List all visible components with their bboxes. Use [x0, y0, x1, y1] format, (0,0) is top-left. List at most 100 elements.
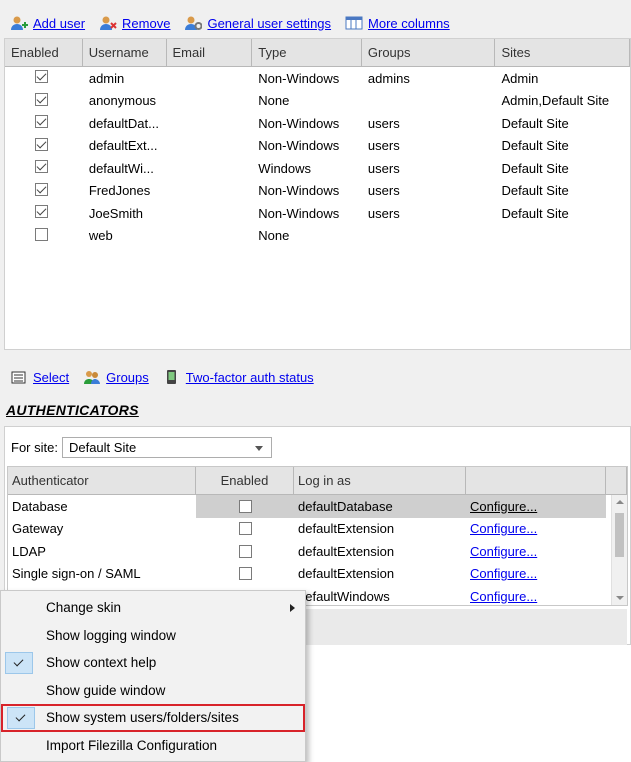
- authenticator-row[interactable]: Single sign-on / SAML defaultExtension Con…: [8, 563, 627, 586]
- submenu-arrow-icon: [290, 604, 295, 612]
- checkmark-box: [7, 707, 35, 729]
- users-table[interactable]: Enabled Username Email Type Groups Sites…: [4, 38, 631, 350]
- remove-button[interactable]: Remove: [99, 15, 170, 31]
- table-row[interactable]: defaultWi... Windows users Default Site: [5, 157, 630, 180]
- username-cell: admin: [88, 70, 125, 86]
- login-as-cell: defaultExtension: [298, 521, 395, 537]
- table-row[interactable]: FredJones Non-Windows users Default Site: [5, 180, 630, 203]
- scroll-down-icon[interactable]: [616, 596, 624, 600]
- groups-link[interactable]: Groups: [106, 370, 149, 385]
- authenticator-row[interactable]: Database defaultDatabase Configure...: [8, 495, 627, 518]
- menu-item-show-context-help[interactable]: Show context help: [1, 649, 305, 677]
- column-header-username[interactable]: Username: [83, 39, 167, 66]
- general-settings-link[interactable]: General user settings: [207, 16, 331, 31]
- enabled-cell: [5, 137, 83, 154]
- column-header-sites[interactable]: Sites: [495, 39, 630, 66]
- configure-link[interactable]: Configure...: [470, 544, 537, 559]
- configure-link[interactable]: Configure...: [470, 589, 537, 604]
- select-button[interactable]: Select: [10, 369, 69, 385]
- column-header-email[interactable]: Email: [167, 39, 253, 66]
- user-toolbar: Add user Remove General user settings Mo…: [10, 12, 464, 34]
- vertical-scrollbar[interactable]: [611, 495, 627, 605]
- table-row[interactable]: web None: [5, 225, 630, 248]
- enabled-cell: [5, 115, 83, 131]
- column-header-authenticator[interactable]: Authenticator: [8, 467, 196, 494]
- enabled-cell: [5, 227, 83, 244]
- authenticator-row[interactable]: Gateway defaultExtension Configure...: [8, 518, 627, 541]
- user-settings-icon: [184, 15, 203, 31]
- enabled-checkbox[interactable]: [35, 205, 48, 219]
- enabled-checkbox[interactable]: [238, 522, 252, 536]
- enabled-checkbox[interactable]: [238, 544, 252, 558]
- add-user-button[interactable]: Add user: [10, 15, 85, 31]
- username-cell: FredJones: [88, 183, 151, 199]
- more-columns-button[interactable]: More columns: [345, 15, 450, 31]
- enabled-checkbox[interactable]: [35, 70, 48, 84]
- enabled-checkbox[interactable]: [238, 499, 252, 513]
- for-site-label: For site:: [11, 440, 58, 455]
- add-user-icon: [10, 15, 28, 31]
- more-columns-link[interactable]: More columns: [368, 16, 450, 31]
- table-row[interactable]: admin Non-Windows admins Admin: [5, 67, 630, 90]
- login-as-cell: defaultDatabase: [294, 495, 466, 518]
- configure-link[interactable]: Configure...: [470, 521, 537, 536]
- columns-icon: [345, 15, 363, 31]
- menu-item-show-logging-window[interactable]: Show logging window: [1, 622, 305, 650]
- enabled-checkbox[interactable]: [35, 137, 48, 151]
- two-factor-button[interactable]: Two-factor auth status: [163, 369, 314, 385]
- table-row[interactable]: defaultExt... Non-Windows users Default Sit…: [5, 135, 630, 158]
- enabled-cell: [196, 540, 294, 563]
- enabled-cell: [5, 160, 83, 176]
- enabled-checkbox[interactable]: [35, 92, 48, 106]
- select-link[interactable]: Select: [33, 370, 69, 385]
- enabled-checkbox[interactable]: [35, 182, 48, 196]
- column-header-configure[interactable]: [466, 467, 606, 494]
- menu-item-show-guide-window[interactable]: Show guide window: [1, 677, 305, 705]
- column-header-enabled[interactable]: Enabled: [5, 39, 83, 66]
- add-user-link[interactable]: Add user: [33, 16, 85, 31]
- column-header-enabled[interactable]: Enabled: [196, 467, 294, 494]
- enabled-cell: [196, 563, 294, 586]
- menu-item-label: Show logging window: [46, 627, 176, 643]
- table-row[interactable]: defaultDat... Non-Windows users Default Sit…: [5, 112, 630, 135]
- groups-cell: admins: [367, 70, 410, 86]
- chevron-down-icon: [254, 446, 263, 451]
- configure-cell: Configure...: [466, 495, 606, 518]
- username-cell: defaultExt...: [88, 138, 158, 154]
- groups-button[interactable]: Groups: [83, 369, 149, 385]
- table-row[interactable]: JoeSmith Non-Windows users Default Site: [5, 202, 630, 225]
- username-cell: anonymous: [88, 93, 157, 109]
- sites-cell: Default Site: [501, 183, 569, 199]
- enabled-checkbox[interactable]: [35, 115, 48, 129]
- configure-link[interactable]: Configure...: [470, 499, 537, 514]
- phone-icon: [163, 369, 181, 385]
- table-row[interactable]: anonymous None Admin,Default Site: [5, 90, 630, 113]
- column-header-type[interactable]: Type: [252, 39, 362, 66]
- enabled-checkbox[interactable]: [35, 160, 48, 174]
- menu-item-label: Change skin: [46, 600, 122, 616]
- menu-item-import-filezilla-configuration[interactable]: Import Filezilla Configuration: [1, 732, 305, 760]
- sites-cell: Default Site: [501, 205, 569, 221]
- column-header-login-as[interactable]: Log in as: [294, 467, 466, 494]
- remove-link[interactable]: Remove: [122, 16, 170, 31]
- authenticators-heading: AUTHENTICATORS: [6, 402, 139, 418]
- two-factor-link[interactable]: Two-factor auth status: [186, 370, 314, 385]
- menu-item-show-system-users-folders-sites[interactable]: Show system users/folders/sites: [1, 704, 305, 732]
- login-as-cell: defaultExtension: [298, 566, 395, 582]
- scroll-thumb[interactable]: [615, 513, 624, 557]
- authenticator-row[interactable]: LDAP defaultExtension Configure...: [8, 540, 627, 563]
- authenticators-table[interactable]: Authenticator Enabled Log in as Database…: [7, 466, 628, 606]
- type-cell: Non-Windows: [258, 205, 340, 221]
- configure-link[interactable]: Configure...: [470, 566, 537, 581]
- general-settings-button[interactable]: General user settings: [184, 15, 331, 31]
- checkmark-icon: [13, 656, 24, 667]
- enabled-cell: [5, 182, 83, 199]
- enabled-checkbox[interactable]: [238, 567, 252, 581]
- site-dropdown[interactable]: Default Site: [61, 437, 272, 458]
- select-icon: [10, 369, 28, 385]
- enabled-checkbox[interactable]: [35, 227, 48, 241]
- scroll-up-icon[interactable]: [616, 500, 624, 504]
- menu-item-change-skin[interactable]: Change skin: [1, 594, 305, 622]
- type-cell: Non-Windows: [258, 115, 340, 131]
- column-header-groups[interactable]: Groups: [362, 39, 496, 66]
